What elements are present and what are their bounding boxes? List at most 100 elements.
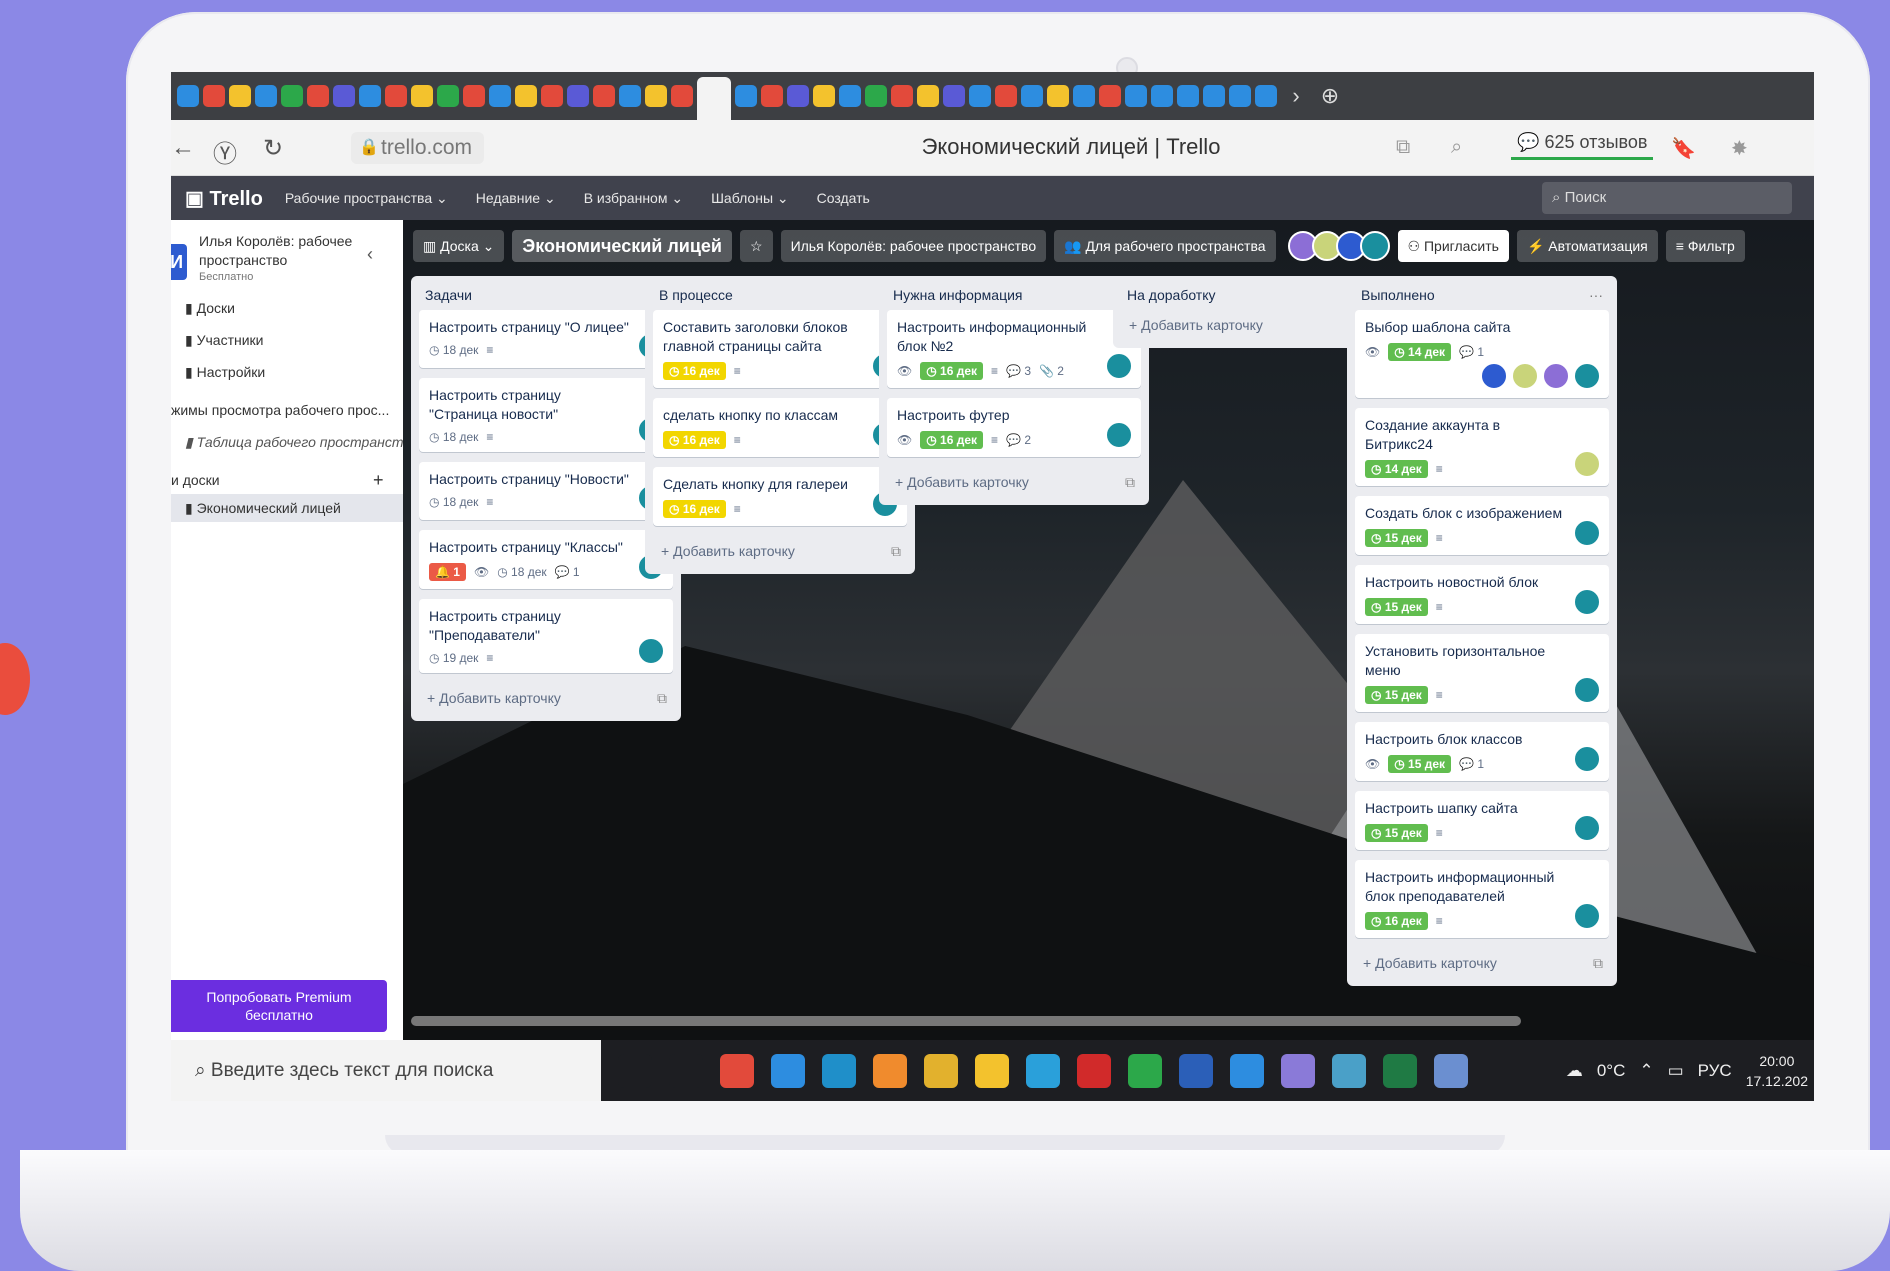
template-icon[interactable]: ⧉ (1125, 467, 1135, 497)
avatar[interactable] (1573, 450, 1601, 478)
card[interactable]: сделать кнопку по классам ◷ 16 дек ≡ (653, 398, 907, 457)
browser-tab-icon[interactable] (1203, 85, 1225, 107)
yandex-icon[interactable]: Ⓨ (213, 134, 237, 169)
card[interactable]: Настроить шапку сайта ◷ 15 дек ≡ (1355, 791, 1609, 850)
browser-tab-icon[interactable] (891, 85, 913, 107)
firefox-icon[interactable] (873, 1053, 907, 1088)
weather-text[interactable]: 0°C (1597, 1061, 1626, 1081)
due-date-badge[interactable]: ◷ 15 дек (1365, 686, 1428, 704)
avatar[interactable] (1573, 362, 1601, 390)
sidebar-item-settings[interactable]: ▮ Настройки (185, 364, 265, 381)
yandex-browser-icon[interactable] (720, 1053, 754, 1088)
browser-tab-icon[interactable] (943, 85, 965, 107)
url-field[interactable]: 🔒 trello.com (351, 132, 485, 164)
card[interactable]: Составить заголовки блоков главной стран… (653, 310, 907, 388)
card[interactable]: Настроить страницу "О лицее" ◷ 18 дек ≡ (419, 310, 673, 368)
avatar[interactable] (637, 637, 665, 665)
add-card-button[interactable]: + Добавить карточку⧉ (1355, 948, 1609, 978)
browser-tab-icon[interactable] (1177, 85, 1199, 107)
nav-workspaces[interactable]: Рабочие пространства ⌄ (285, 190, 448, 207)
template-icon[interactable]: ⧉ (891, 536, 901, 566)
avatar[interactable] (1105, 352, 1133, 380)
card[interactable]: Настроить футер 👁 ◷ 16 дек ≡ 💬 2 (887, 398, 1141, 457)
explorer-icon[interactable] (975, 1053, 1009, 1088)
list-header[interactable]: В процессе··· (653, 284, 907, 310)
card[interactable]: Сделать кнопку для галереи ◷ 16 дек ≡ (653, 467, 907, 526)
tabs-scroll-icon[interactable]: › (1281, 83, 1311, 109)
copy-icon[interactable]: ⧉ (1396, 136, 1410, 159)
chevron-up-icon[interactable]: ⌃ (1639, 1061, 1653, 1081)
view-switcher[interactable]: ▥ Доска ⌄ (413, 230, 505, 262)
invite-button[interactable]: ⚇ Пригласить (1397, 230, 1509, 262)
whatsapp-icon[interactable] (1128, 1053, 1162, 1088)
template-icon[interactable]: ⧉ (657, 683, 667, 713)
browser-tab-icon[interactable] (515, 85, 537, 107)
add-card-button[interactable]: + Добавить карточку⧉ (1121, 310, 1375, 340)
browser-tab-icon[interactable] (969, 85, 991, 107)
browser-tab-icon[interactable] (1125, 85, 1147, 107)
workspace-name[interactable]: Илья Королёв: рабочее пространство (199, 232, 369, 270)
browser-tab-icon[interactable] (645, 85, 667, 107)
card[interactable]: Настроить страницу "Преподаватели" ◷ 19 д… (419, 599, 673, 673)
visibility-button[interactable]: 👥 Для рабочего пространства (1054, 230, 1276, 262)
browser-tab-icon[interactable] (489, 85, 511, 107)
browser-tab-icon[interactable] (385, 85, 407, 107)
avatar[interactable] (1359, 231, 1390, 261)
word-icon[interactable] (1179, 1053, 1213, 1088)
sidebar-item-table[interactable]: ▮ Таблица рабочего пространств (185, 434, 411, 451)
card[interactable]: Настроить страницу "Классы" 🔔 1 👁 ◷ 18 дек 💬… (419, 530, 673, 589)
due-date-badge[interactable]: ◷ 16 дек (663, 362, 726, 380)
due-date-badge[interactable]: ◷ 16 дек (920, 431, 984, 449)
card[interactable]: Настроить страницу "Страница новости" ◷ 1… (419, 378, 673, 452)
battery-icon[interactable]: ▭ (1668, 1061, 1684, 1081)
browser-tab-icon[interactable] (567, 85, 589, 107)
list-header[interactable]: Выполнено ··· (1355, 284, 1609, 310)
add-card-button[interactable]: + Добавить карточку⧉ (419, 683, 673, 713)
browser-tab-icon[interactable] (203, 85, 225, 107)
star-icon[interactable]: ☆ (740, 230, 773, 262)
avatar[interactable] (1511, 362, 1539, 390)
trello-logo[interactable]: ▣ Trello (185, 186, 263, 211)
nav-starred[interactable]: В избранном ⌄ (584, 190, 683, 207)
browser-tab-icon[interactable] (229, 85, 251, 107)
chrome-icon[interactable] (924, 1053, 958, 1088)
extension-icon[interactable]: ✸ (1731, 136, 1748, 161)
add-card-button[interactable]: + Добавить карточку⧉ (653, 536, 907, 566)
sidebar-item-board[interactable]: ▮ Экономический лицей (171, 494, 403, 522)
browser-tab-icon[interactable] (593, 85, 615, 107)
due-date-badge[interactable]: ◷ 15 дек (1365, 824, 1428, 842)
due-date-badge[interactable]: ◷ 18 дек (497, 565, 546, 579)
avatar[interactable] (1480, 362, 1508, 390)
reload-icon[interactable]: ↻ (263, 134, 283, 163)
browser-tab-icon[interactable] (1229, 85, 1251, 107)
search-input[interactable]: ⌕ Поиск (1542, 182, 1792, 214)
add-card-button[interactable]: + Добавить карточку⧉ (887, 467, 1141, 497)
sidebar-item-boards[interactable]: ▮ Доски (185, 300, 235, 317)
browser-tab-icon[interactable] (1151, 85, 1173, 107)
browser-tab-icon[interactable] (619, 85, 641, 107)
acrobat-icon[interactable] (1077, 1053, 1111, 1088)
due-date-badge[interactable]: ◷ 18 дек (429, 430, 478, 444)
card[interactable]: Настроить блок классов 👁 ◷ 15 дек 💬 1 (1355, 722, 1609, 781)
list-menu-icon[interactable]: ··· (1589, 284, 1603, 306)
nav-templates[interactable]: Шаблоны ⌄ (711, 190, 789, 207)
cortana-icon[interactable] (618, 1053, 652, 1088)
browser-tab-icon[interactable] (761, 85, 783, 107)
due-date-badge[interactable]: ◷ 19 дек (429, 651, 478, 665)
due-date-badge[interactable]: ◷ 14 дек (1388, 343, 1452, 361)
browser-tab-icon[interactable] (1021, 85, 1043, 107)
browser-tab-icon[interactable] (735, 85, 757, 107)
avatar[interactable] (1105, 421, 1133, 449)
browser-tab-icon[interactable] (671, 85, 693, 107)
store-icon[interactable] (771, 1053, 805, 1088)
browser-tab-icon[interactable] (995, 85, 1017, 107)
list-header[interactable]: Нужна информация··· (887, 284, 1141, 310)
browser-tab-icon[interactable] (255, 85, 277, 107)
nav-recent[interactable]: Недавние ⌄ (476, 190, 556, 207)
network-icon[interactable] (1434, 1053, 1468, 1088)
browser-tab-icon[interactable] (333, 85, 355, 107)
horizontal-scrollbar[interactable] (411, 1016, 1521, 1026)
card[interactable]: Настроить страницу "Новости" ◷ 18 дек ≡ (419, 462, 673, 520)
bookmark-icon[interactable]: 🔖 (1671, 136, 1696, 161)
board-title[interactable]: Экономический лицей (512, 230, 732, 262)
